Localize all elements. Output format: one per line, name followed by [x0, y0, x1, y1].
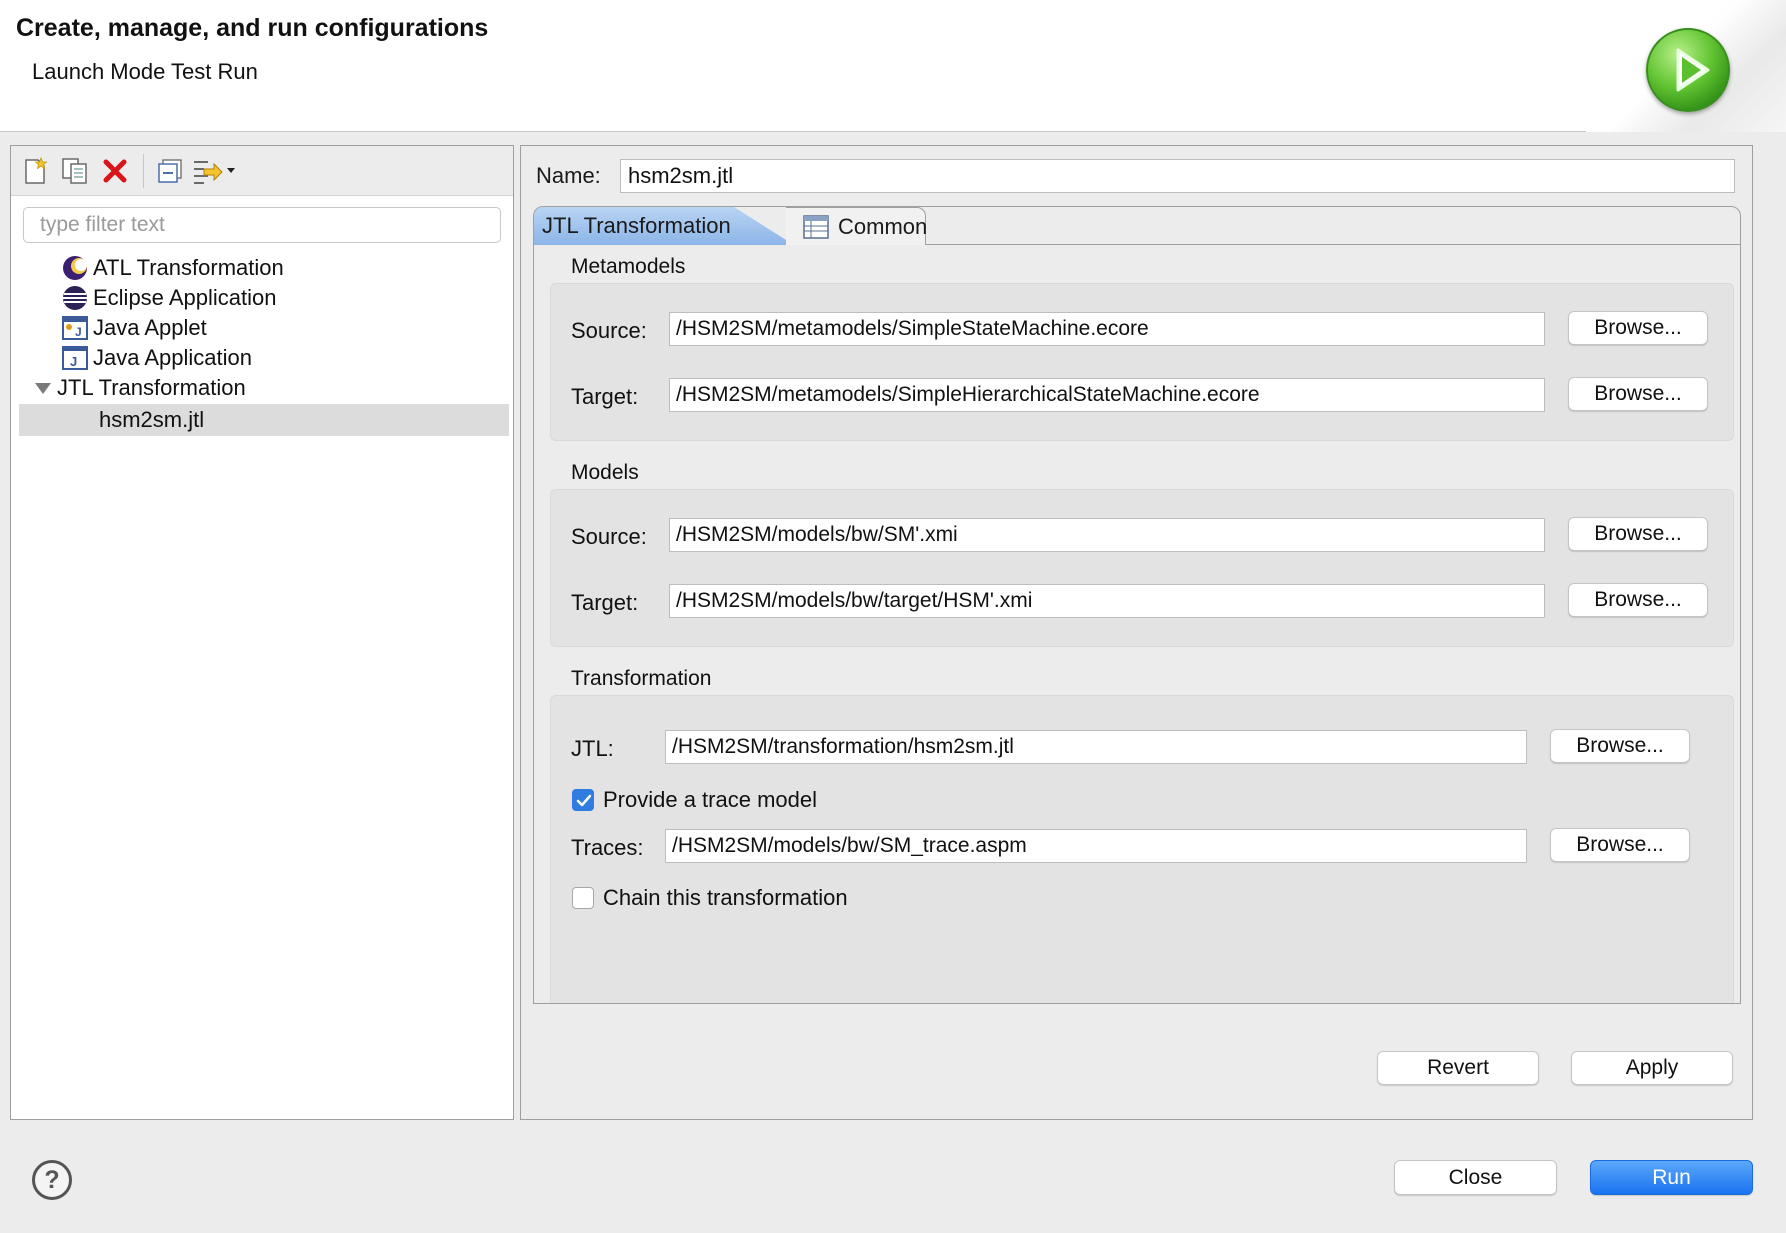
- delete-icon: [103, 159, 127, 183]
- toolbar-separator: [143, 154, 144, 188]
- tree-item-label: ATL Transformation: [93, 255, 284, 280]
- trace-model-checkbox[interactable]: [572, 789, 594, 811]
- apply-button[interactable]: Apply: [1571, 1051, 1733, 1085]
- help-icon[interactable]: ?: [32, 1160, 72, 1200]
- traces-label: Traces:: [571, 835, 644, 860]
- trace-model-checkbox-label[interactable]: Provide a trace model: [603, 787, 817, 813]
- model-source-label: Source:: [571, 524, 647, 549]
- collapse-all-button[interactable]: [153, 154, 187, 188]
- new-configuration-button[interactable]: [19, 154, 53, 188]
- models-group: Source: Browse... Target: Browse...: [550, 489, 1734, 647]
- duplicate-configuration-button[interactable]: [58, 154, 92, 188]
- tab-common[interactable]: Common: [786, 207, 928, 245]
- tab-strip: JTL Transformation Common: [534, 207, 1740, 245]
- tab-jtl-transformation[interactable]: JTL Transformation: [534, 207, 794, 245]
- metamodels-section-title: Metamodels: [571, 255, 686, 278]
- metamodel-target-input[interactable]: [669, 378, 1545, 412]
- configuration-tree-panel: ATL Transformation Eclipse Application J…: [10, 145, 514, 1120]
- tree-item-label: Java Application: [93, 345, 252, 370]
- dialog-title: Create, manage, and run configurations: [16, 14, 489, 42]
- run-button[interactable]: Run: [1590, 1160, 1753, 1195]
- tree-item-label: JTL Transformation: [57, 375, 246, 400]
- model-source-input[interactable]: [669, 518, 1545, 552]
- model-target-browse-button[interactable]: Browse...: [1568, 583, 1708, 617]
- tab-label: JTL Transformation: [542, 213, 731, 238]
- tree-toolbar: [11, 146, 513, 196]
- name-label: Name:: [536, 163, 601, 188]
- jtl-browse-button[interactable]: Browse...: [1550, 729, 1690, 763]
- svg-text:J: J: [70, 354, 77, 369]
- tree-item-java-application[interactable]: J Java Application: [61, 342, 252, 374]
- transformation-section-title: Transformation: [571, 667, 712, 690]
- checkmark-icon: [576, 794, 592, 807]
- tree-item-java-applet[interactable]: J Java Applet: [61, 312, 207, 344]
- tree-item-label: hsm2sm.jtl: [99, 407, 205, 432]
- transformation-group: JTL: Browse... Provide a trace model Tra…: [550, 695, 1734, 1003]
- metamodel-source-input[interactable]: [669, 312, 1545, 346]
- filter-menu-button[interactable]: [189, 154, 239, 188]
- duplicate-icon: [62, 158, 87, 184]
- configuration-editor-panel: Name: JTL Transformation Common: [520, 145, 1753, 1120]
- launch-mode-label: Launch Mode Test Run: [32, 59, 258, 84]
- metamodel-source-browse-button[interactable]: Browse...: [1568, 311, 1708, 345]
- revert-button[interactable]: Revert: [1377, 1051, 1539, 1085]
- metamodel-target-label: Target:: [571, 384, 639, 409]
- models-section-title: Models: [571, 461, 639, 484]
- new-config-icon: [25, 156, 48, 184]
- dialog-header: Create, manage, and run configurations L…: [0, 0, 1786, 132]
- expand-triangle-icon[interactable]: [33, 378, 53, 398]
- filter-config-icon: [194, 161, 235, 184]
- tree-item-label: Java Applet: [93, 315, 207, 340]
- java-application-icon: J: [61, 344, 89, 372]
- tree-item-hsm2sm-jtl-selected[interactable]: hsm2sm.jtl: [19, 404, 509, 436]
- tab-label: Common: [838, 213, 928, 239]
- traces-browse-button[interactable]: Browse...: [1550, 828, 1690, 862]
- model-target-label: Target:: [571, 590, 639, 615]
- traces-file-input[interactable]: [665, 829, 1527, 863]
- tree-item-label: Eclipse Application: [93, 285, 277, 310]
- java-applet-icon: J: [61, 314, 89, 342]
- name-input[interactable]: [620, 159, 1735, 193]
- atl-icon: [61, 254, 89, 282]
- run-mode-icon: [1646, 28, 1730, 112]
- metamodel-source-label: Source:: [571, 318, 647, 343]
- model-target-input[interactable]: [669, 584, 1545, 618]
- header-banner: [1586, 0, 1786, 132]
- filter-text-input[interactable]: [23, 207, 501, 243]
- tab-folder: JTL Transformation Common Metamodels Sou: [533, 206, 1741, 1004]
- delete-configuration-button[interactable]: [98, 154, 132, 188]
- metamodels-group: Source: Browse... Target: Browse...: [550, 283, 1734, 441]
- eclipse-icon: [61, 284, 89, 312]
- jtl-file-input[interactable]: [665, 730, 1527, 764]
- model-source-browse-button[interactable]: Browse...: [1568, 517, 1708, 551]
- metamodel-target-browse-button[interactable]: Browse...: [1568, 377, 1708, 411]
- svg-text:J: J: [75, 325, 82, 339]
- tree-item-jtl-transformation[interactable]: JTL Transformation: [33, 372, 246, 404]
- chain-transformation-checkbox-label[interactable]: Chain this transformation: [603, 885, 848, 911]
- close-button[interactable]: Close: [1394, 1160, 1557, 1195]
- chain-transformation-checkbox[interactable]: [572, 887, 594, 909]
- common-tab-icon: [802, 213, 830, 241]
- jtl-label: JTL:: [571, 736, 614, 761]
- tree-item-eclipse-application[interactable]: Eclipse Application: [61, 282, 276, 314]
- tree-item-atl-transformation[interactable]: ATL Transformation: [61, 252, 284, 284]
- collapse-all-icon: [158, 159, 182, 183]
